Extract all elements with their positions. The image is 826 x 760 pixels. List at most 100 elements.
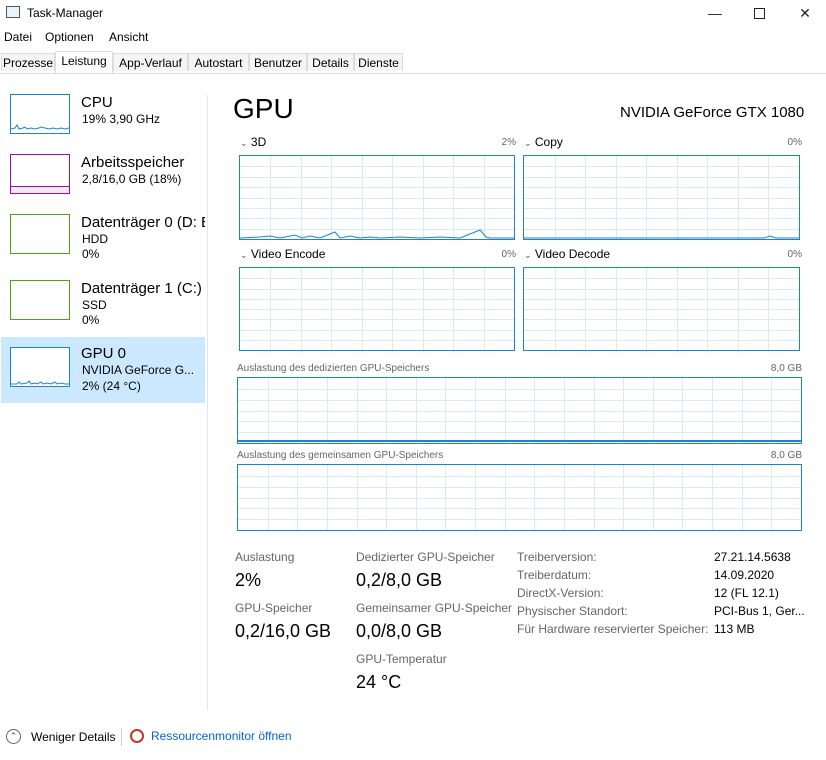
- engine-label-3d: 3D: [250, 135, 267, 149]
- reserved-memory-value: 113 MB: [714, 622, 755, 636]
- dedicated-memory-graph-max: 8,0 GB: [770, 363, 802, 374]
- sidebar-detail-disk-0-type: HDD: [82, 232, 108, 246]
- resource-monitor-icon: [130, 729, 144, 743]
- maximize-button[interactable]: [736, 0, 782, 26]
- sidebar-title-cpu: CPU: [81, 94, 113, 111]
- engine-selector-video-encode[interactable]: ⌄ Video Encode: [240, 247, 325, 261]
- minimize-icon: —: [708, 5, 722, 21]
- tab-autostart[interactable]: Autostart: [188, 53, 249, 71]
- dedicated-memory-graph: [237, 377, 802, 444]
- gpu-model-name: NVIDIA GeForce GTX 1080: [620, 104, 805, 121]
- shared-memory-label: Gemeinsamer GPU-Speicher: [356, 601, 513, 615]
- shared-memory-graph: [237, 464, 802, 531]
- resource-monitor-label: Ressourcenmonitor öffnen: [151, 729, 292, 743]
- gpu-temperature-label: GPU-Temperatur: [356, 652, 447, 666]
- chevron-down-icon: ⌄: [524, 250, 532, 260]
- engine-graph-3d: [239, 155, 515, 240]
- cpu-thumbnail-graph: [10, 94, 70, 134]
- menu-datei[interactable]: Datei: [4, 30, 32, 44]
- sidebar-item-gpu-0[interactable]: GPU 0 NVIDIA GeForce G... 2% (24 °C): [1, 337, 205, 403]
- sidebar-item-disk-1[interactable]: Datenträger 1 (C:) SSD 0%: [1, 273, 205, 337]
- minimize-button[interactable]: —: [692, 0, 738, 26]
- close-icon: ✕: [799, 4, 811, 21]
- tab-details[interactable]: Details: [307, 53, 354, 71]
- sidebar-detail-gpu-0-model: NVIDIA GeForce G...: [82, 363, 195, 377]
- disk-0-thumbnail-graph: [10, 214, 70, 254]
- footer-divider: [121, 728, 122, 746]
- dedicated-memory-label: Dedizierter GPU-Speicher: [356, 550, 495, 564]
- tab-benutzer[interactable]: Benutzer: [249, 53, 307, 71]
- engine-selector-copy[interactable]: ⌄ Copy: [524, 135, 563, 149]
- chevron-up-circle-icon: ⌃: [6, 729, 21, 744]
- engine-label-copy: Copy: [534, 135, 563, 149]
- dedicated-memory-value: 0,2/8,0 GB: [356, 570, 443, 590]
- engine-label-video-decode: Video Decode: [534, 247, 611, 261]
- window-title: Task-Manager: [27, 6, 104, 20]
- shared-memory-graph-label: Auslastung des gemeinsamen GPU-Speichers: [237, 450, 444, 461]
- engine-graph-video-decode: [523, 267, 800, 351]
- engine-graph-video-encode-plot: [240, 268, 514, 350]
- sidebar-item-cpu[interactable]: CPU 19% 3,90 GHz: [1, 87, 205, 151]
- engine-pct-video-decode: 0%: [787, 249, 802, 260]
- dedicated-memory-graph-label: Auslastung des dedizierten GPU-Speichers: [237, 363, 430, 374]
- utilization-label: Auslastung: [235, 550, 295, 564]
- engine-graph-video-encode: [239, 267, 515, 351]
- sidebar-title-memory: Arbeitsspeicher: [81, 154, 185, 171]
- sidebar-detail-disk-1-usage: 0%: [82, 313, 100, 327]
- maximize-icon: [753, 7, 765, 19]
- tab-leistung[interactable]: Leistung: [55, 51, 113, 73]
- sidebar-detail-disk-0-usage: 0%: [82, 247, 100, 261]
- driver-date-value: 14.09.2020: [714, 568, 775, 582]
- fewer-details-button[interactable]: ⌃ Weniger Details: [6, 729, 115, 744]
- sidebar-divider: [207, 95, 208, 710]
- sidebar-detail-memory: 2,8/16,0 GB (18%): [82, 172, 182, 186]
- engine-selector-video-decode[interactable]: ⌄ Video Decode: [524, 247, 610, 261]
- memory-thumbnail-graph: [10, 154, 70, 194]
- chevron-down-icon: ⌄: [524, 138, 532, 148]
- engine-graph-video-decode-plot: [524, 268, 799, 350]
- gpu-memory-label: GPU-Speicher: [235, 601, 313, 615]
- driver-version-label: Treiberversion:: [517, 550, 597, 564]
- close-button[interactable]: ✕: [782, 0, 826, 26]
- sidebar-item-memory[interactable]: Arbeitsspeicher 2,8/16,0 GB (18%): [1, 147, 205, 211]
- engine-selector-3d[interactable]: ⌄ 3D: [240, 135, 266, 149]
- menu-ansicht[interactable]: Ansicht: [109, 30, 148, 44]
- title-bar: Task-Manager — ✕: [0, 0, 826, 26]
- gpu-thumbnail-graph: [10, 347, 70, 387]
- page-title: GPU: [233, 93, 294, 124]
- tab-prozesse[interactable]: Prozesse: [1, 53, 55, 71]
- driver-version-value: 27.21.14.5638: [714, 550, 791, 564]
- shared-memory-graph-plot: [238, 465, 801, 530]
- engine-graph-copy-plot: [524, 156, 799, 239]
- disk-1-thumbnail-graph: [10, 280, 70, 320]
- dedicated-memory-graph-plot: [238, 378, 801, 443]
- engine-graph-3d-plot: [240, 156, 514, 239]
- sidebar-title-gpu-0: GPU 0: [81, 345, 127, 362]
- utilization-value: 2%: [235, 570, 262, 590]
- engine-pct-copy: 0%: [787, 137, 802, 148]
- task-manager-app-icon: [6, 6, 20, 18]
- sidebar-title-disk-0: Datenträger 0 (D: E: [81, 214, 205, 231]
- engine-graph-copy: [523, 155, 800, 240]
- resource-monitor-link[interactable]: Ressourcenmonitor öffnen: [130, 729, 292, 743]
- physical-location-value: PCI-Bus 1, Ger...: [714, 604, 805, 618]
- physical-location-label: Physischer Standort:: [517, 604, 628, 618]
- reserved-memory-label: Für Hardware reservierter Speicher:: [517, 622, 709, 636]
- shared-memory-graph-max: 8,0 GB: [770, 450, 802, 461]
- tab-dienste[interactable]: Dienste: [354, 53, 403, 71]
- engine-pct-3d: 2%: [501, 137, 516, 148]
- directx-version-value: 12 (FL 12.1): [714, 586, 779, 600]
- tab-app-verlauf[interactable]: App-Verlauf: [113, 53, 188, 71]
- shared-memory-value: 0,0/8,0 GB: [356, 621, 443, 641]
- sidebar-item-disk-0[interactable]: Datenträger 0 (D: E HDD 0%: [1, 207, 205, 271]
- tab-strip: Prozesse Leistung App-Verlauf Autostart …: [0, 51, 826, 74]
- gpu-temperature-value: 24 °C: [356, 672, 402, 692]
- sidebar-detail-cpu: 19% 3,90 GHz: [82, 112, 161, 126]
- chevron-down-icon: ⌄: [240, 250, 248, 260]
- menu-optionen[interactable]: Optionen: [45, 30, 94, 44]
- driver-date-label: Treiberdatum:: [517, 568, 592, 582]
- engine-label-video-encode: Video Encode: [250, 247, 326, 261]
- sidebar-detail-disk-1-type: SSD: [82, 298, 107, 312]
- engine-pct-video-encode: 0%: [501, 249, 516, 260]
- sidebar-detail-gpu-0-usage: 2% (24 °C): [82, 379, 141, 393]
